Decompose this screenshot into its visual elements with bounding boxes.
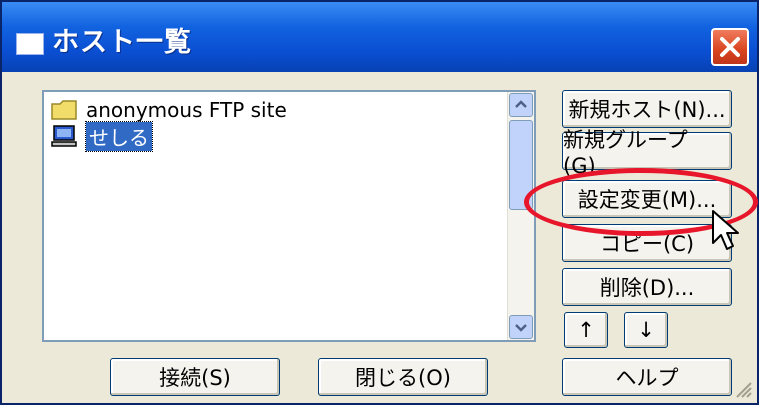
folder-icon bbox=[50, 98, 80, 122]
delete-button[interactable]: 削除(D)... bbox=[562, 268, 732, 306]
help-button[interactable]: ヘルプ bbox=[562, 358, 732, 396]
resize-grip-icon[interactable] bbox=[735, 381, 753, 399]
host-list[interactable]: anonymous FTP site せしる bbox=[42, 90, 536, 342]
computer-icon bbox=[50, 124, 80, 148]
chevron-down-icon bbox=[515, 324, 527, 332]
list-item[interactable]: anonymous FTP site bbox=[50, 96, 287, 124]
title-bar[interactable]: ホスト一覧 bbox=[2, 2, 757, 72]
close-dialog-button[interactable]: 閉じる(O) bbox=[318, 358, 488, 396]
chevron-up-icon bbox=[515, 100, 527, 108]
scroll-up-button[interactable] bbox=[509, 93, 533, 117]
scroll-down-button[interactable] bbox=[509, 315, 533, 339]
window-icon bbox=[16, 33, 44, 55]
list-item[interactable]: せしる bbox=[50, 120, 153, 152]
new-host-button[interactable]: 新規ホスト(N)... bbox=[562, 90, 732, 128]
window-title: ホスト一覧 bbox=[52, 27, 192, 58]
move-down-button[interactable]: ↓ bbox=[624, 312, 668, 348]
connect-button[interactable]: 接続(S) bbox=[110, 358, 280, 396]
list-item-label: anonymous FTP site bbox=[86, 98, 287, 122]
move-up-button[interactable]: ↑ bbox=[564, 312, 608, 348]
list-item-label: せしる bbox=[85, 120, 153, 152]
host-list-window: ホスト一覧 anonymous FTP site せしる 新規ホスト(N)...… bbox=[0, 0, 759, 405]
mouse-cursor-icon bbox=[712, 210, 739, 250]
close-button[interactable] bbox=[711, 28, 749, 66]
close-icon bbox=[720, 37, 740, 57]
new-group-button[interactable]: 新規グループ(G)... bbox=[562, 128, 732, 178]
list-scrollbar[interactable] bbox=[507, 92, 534, 340]
